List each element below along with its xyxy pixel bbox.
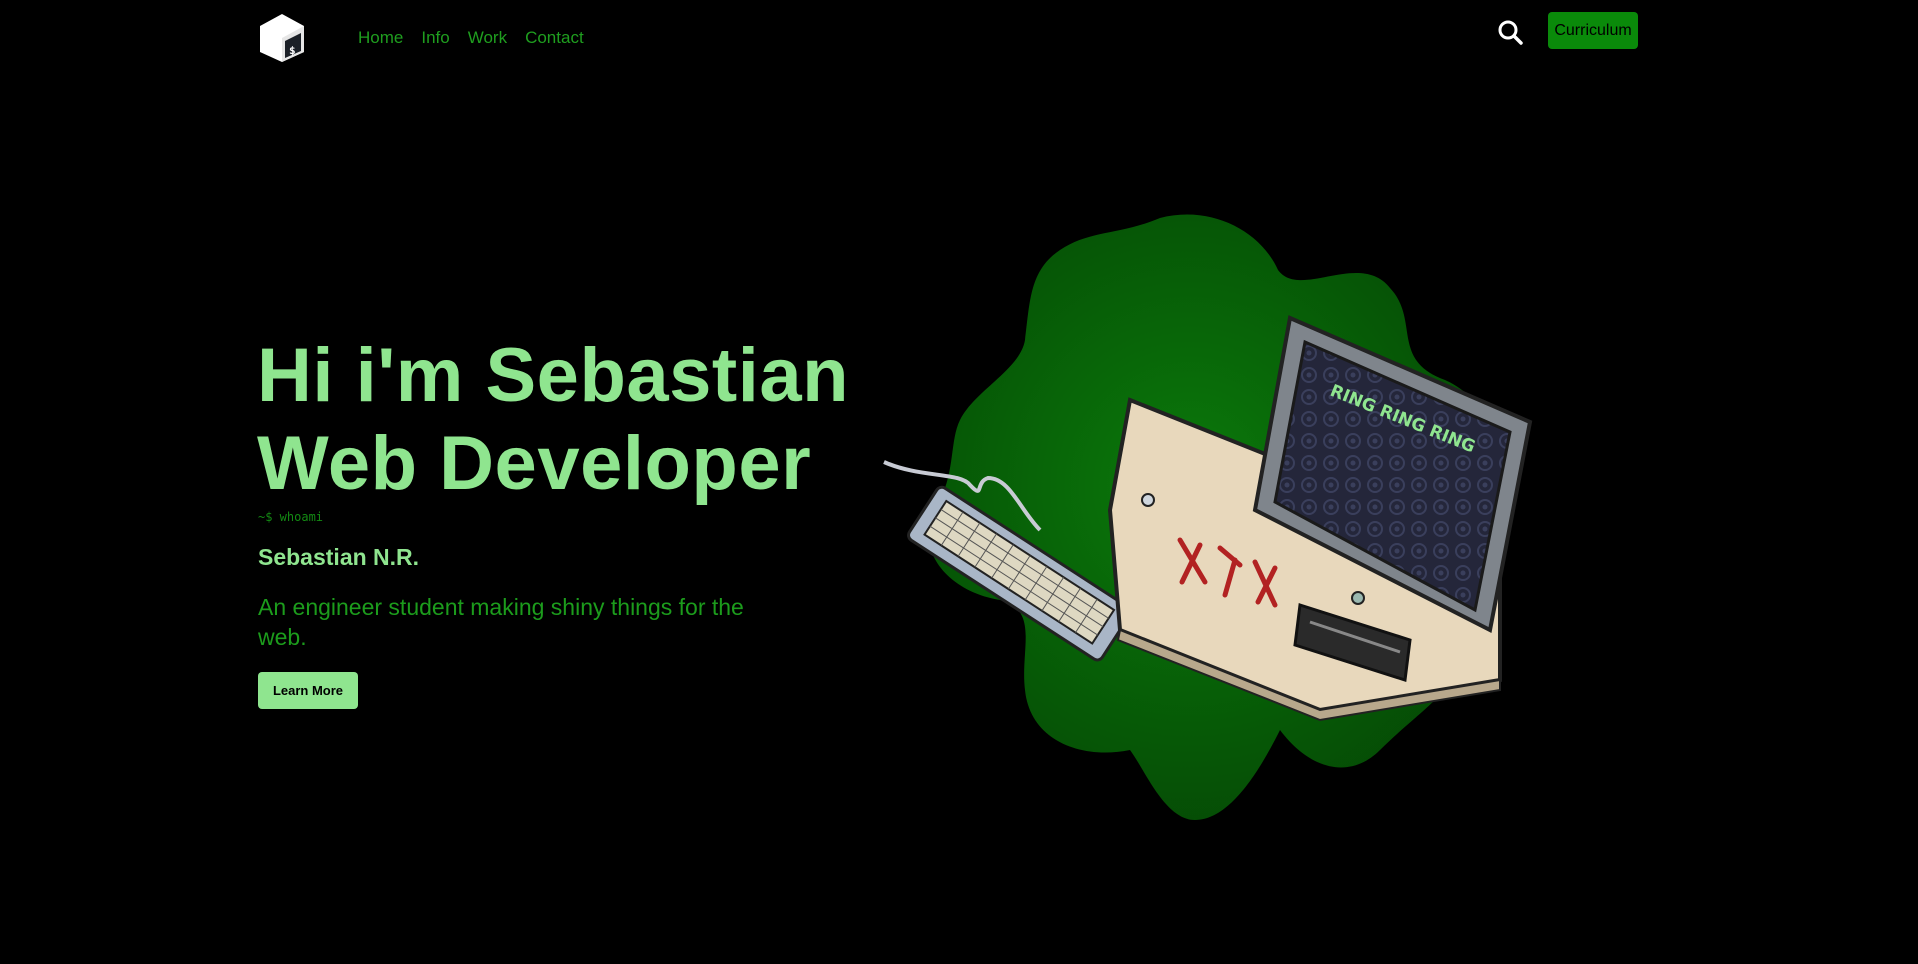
- nav-link-info[interactable]: Info: [421, 28, 449, 48]
- terminal-cube-icon: $: [260, 14, 304, 62]
- search-button[interactable]: [1496, 18, 1524, 46]
- nav-link-contact[interactable]: Contact: [525, 28, 584, 48]
- author-name: Sebastian N.R.: [258, 544, 420, 570]
- hero-tagline: An engineer student making shiny things …: [258, 594, 744, 650]
- search-icon: [1498, 20, 1523, 45]
- logo-home-link[interactable]: $: [258, 12, 306, 64]
- curriculum-button[interactable]: Curriculum: [1548, 12, 1638, 49]
- nav-link-home[interactable]: Home: [358, 28, 403, 48]
- retro-computer-illustration: RING RING RING: [883, 214, 1533, 820]
- terminal-prompt: ~$ whoami: [258, 510, 324, 524]
- hero-title: Hi i'm Sebastian Web Developer: [257, 332, 849, 508]
- hero-title-line2: Web Developer: [257, 421, 812, 506]
- page: $ Home Info Work Contact Curriculum Hi i…: [0, 0, 1918, 964]
- nav-links: Home Info Work Contact: [358, 28, 584, 48]
- hero-title-line1: Hi i'm Sebastian: [257, 333, 850, 418]
- learn-more-button[interactable]: Learn More: [258, 672, 358, 709]
- navbar: $ Home Info Work Contact Curriculum: [258, 12, 1638, 64]
- nav-link-work[interactable]: Work: [468, 28, 507, 48]
- svg-text:$: $: [289, 44, 296, 57]
